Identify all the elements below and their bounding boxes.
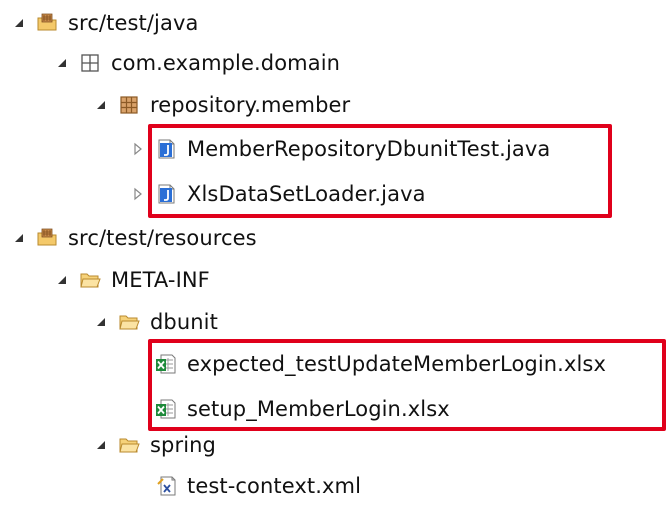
java-file-icon <box>155 138 177 160</box>
tree-item-label: repository.member <box>150 93 351 117</box>
folder-icon <box>118 434 140 456</box>
java-file-icon <box>155 183 177 205</box>
expanded-triangle-icon[interactable] <box>55 273 69 287</box>
tree-item-label: com.example.domain <box>111 51 341 75</box>
collapsed-triangle-icon[interactable] <box>131 187 145 201</box>
folder-icon <box>118 311 140 333</box>
folder-icon <box>79 269 101 291</box>
package-icon <box>118 94 140 116</box>
expanded-triangle-icon[interactable] <box>94 438 108 452</box>
tree-item-src-test-java[interactable]: src/test/java <box>12 3 198 43</box>
tree-item-repository-member[interactable]: repository.member <box>94 85 350 125</box>
tree-item-label: src/test/resources <box>68 226 257 250</box>
excel-file-icon <box>155 398 177 420</box>
collapsed-triangle-icon[interactable] <box>131 142 145 156</box>
excel-file-icon <box>155 353 177 375</box>
tree-item-dbunit[interactable]: dbunit <box>94 302 218 342</box>
expanded-triangle-icon[interactable] <box>12 16 26 30</box>
tree-item-member-repository-dbunit-test[interactable]: MemberRepositoryDbunitTest.java <box>131 129 550 169</box>
tree-item-setup-member-login[interactable]: setup_MemberLogin.xlsx <box>155 389 450 429</box>
tree-item-label: spring <box>150 433 216 457</box>
expanded-triangle-icon[interactable] <box>94 315 108 329</box>
tree-item-com-example-domain[interactable]: com.example.domain <box>55 43 340 83</box>
tree-item-expected-test-update-member-login[interactable]: expected_testUpdateMemberLogin.xlsx <box>155 344 606 384</box>
expanded-triangle-icon[interactable] <box>12 231 26 245</box>
xml-file-icon <box>155 475 177 497</box>
source-folder-icon <box>36 12 58 34</box>
expanded-triangle-icon[interactable] <box>55 56 69 70</box>
tree-item-label: META-INF <box>111 268 210 292</box>
project-explorer-tree: src/test/java com.example.domain reposit… <box>0 0 668 502</box>
tree-item-test-context[interactable]: test-context.xml <box>155 466 361 506</box>
source-folder-icon <box>36 227 58 249</box>
tree-item-label: test-context.xml <box>187 474 362 498</box>
tree-item-label: dbunit <box>150 310 218 334</box>
tree-item-src-test-resources[interactable]: src/test/resources <box>12 218 257 258</box>
tree-item-label: src/test/java <box>68 11 199 35</box>
tree-item-xls-dataset-loader[interactable]: XlsDataSetLoader.java <box>131 174 426 214</box>
tree-item-meta-inf[interactable]: META-INF <box>55 260 210 300</box>
tree-item-label: expected_testUpdateMemberLogin.xlsx <box>187 352 606 376</box>
tree-item-spring[interactable]: spring <box>94 425 216 465</box>
tree-item-label: XlsDataSetLoader.java <box>187 182 426 206</box>
expanded-triangle-icon[interactable] <box>94 98 108 112</box>
tree-item-label: MemberRepositoryDbunitTest.java <box>187 137 551 161</box>
tree-item-label: setup_MemberLogin.xlsx <box>187 397 450 421</box>
package-icon <box>79 52 101 74</box>
